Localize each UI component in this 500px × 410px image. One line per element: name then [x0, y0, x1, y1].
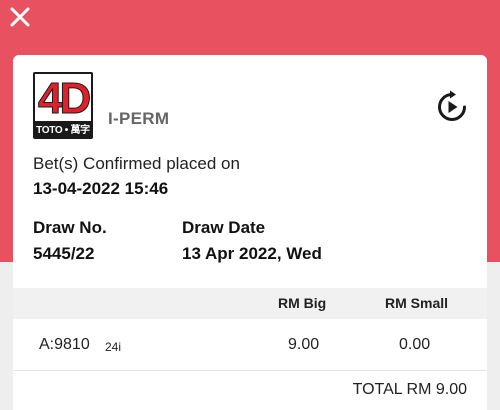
bet-small-amount: 0.00: [399, 336, 431, 353]
table-row: A:9810 24i 9.00 0.00: [13, 319, 487, 371]
total-amount: TOTAL RM 9.00: [352, 381, 467, 398]
close-button[interactable]: [8, 5, 32, 29]
draw-date-value: 13 Apr 2022, Wed: [182, 244, 322, 263]
ticket-card: 4D TOTO • 萬字 I-PERM Bet(s) Confirmed pla…: [13, 55, 487, 410]
bet-type: 24i: [105, 340, 122, 354]
confirm-label: Bet(s) Confirmed placed on: [33, 154, 240, 173]
column-header-rm-big: RM Big: [278, 295, 327, 311]
replay-icon: [438, 90, 466, 121]
bet-table-header: RM Big RM Small: [13, 288, 487, 319]
confirm-datetime: 13-04-2022 15:46: [33, 179, 169, 198]
bet-number: A:9810: [39, 336, 90, 353]
close-icon: [10, 7, 30, 27]
logo-sub-text: TOTO • 萬字: [36, 125, 90, 136]
draw-number-label: Draw No.: [33, 218, 107, 237]
column-header-rm-small: RM Small: [385, 295, 449, 311]
logo-main-text: 4D: [37, 74, 91, 123]
product-name: I-PERM: [108, 109, 170, 128]
toto-4d-logo: 4D TOTO • 萬字: [33, 72, 93, 139]
replay-button[interactable]: [434, 89, 470, 125]
bet-big-amount: 9.00: [288, 336, 320, 353]
draw-date-label: Draw Date: [182, 218, 266, 237]
draw-number-value: 5445/22: [33, 244, 95, 263]
